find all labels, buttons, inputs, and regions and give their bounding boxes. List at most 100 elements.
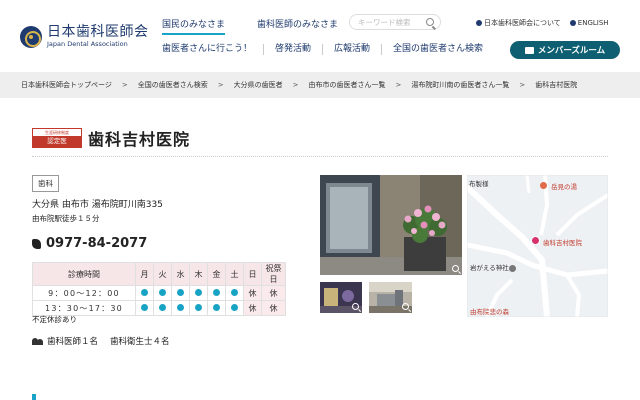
- breadcrumb-item[interactable]: 湯布院町川南の歯医者さん一覧: [411, 80, 509, 90]
- map-pin-icon[interactable]: [531, 236, 540, 245]
- hours-open-cell: [207, 300, 226, 316]
- staff-hygienists: 歯科衛生士４名: [110, 337, 170, 347]
- page-title: 歯科吉村医院: [88, 130, 191, 149]
- open-dot-icon: [231, 288, 238, 296]
- hours-header: 火: [153, 262, 172, 286]
- users-icon: [32, 337, 43, 345]
- search-input[interactable]: [358, 15, 428, 29]
- hours-row: 9：00～12：00 休休: [32, 285, 286, 301]
- tab-public[interactable]: 国民のみなさま: [162, 17, 226, 35]
- clinic-address: 大分県 由布市 湯布院町川南335: [32, 200, 163, 210]
- members-room-button[interactable]: メンバーズルーム: [510, 41, 620, 59]
- hours-time: 9：00～12：00: [32, 285, 136, 301]
- hours-header: 日: [243, 262, 262, 286]
- phone-number: 0977-84-2077: [46, 236, 148, 251]
- nav-dentist-search[interactable]: 全国の歯医者さん検索: [381, 44, 494, 55]
- open-dot-icon: [159, 288, 166, 296]
- jda-emblem-icon: [20, 26, 42, 48]
- members-room-label: メンバーズルーム: [537, 46, 606, 56]
- english-link-label: ENGLISH: [577, 19, 609, 27]
- about-link[interactable]: 日本歯科医師会について: [476, 18, 561, 28]
- breadcrumb-item[interactable]: 由布市の歯医者さん一覧: [309, 80, 386, 90]
- logo-title: 日本歯科医師会: [47, 24, 149, 40]
- map-label: 由布院悲の森: [470, 308, 509, 316]
- open-dot-icon: [195, 288, 202, 296]
- hours-header: 土: [225, 262, 244, 286]
- divider: [32, 156, 608, 157]
- logo-subtitle: Japan Dental Association: [47, 40, 128, 48]
- hours-header-row: 診療時間 月 火 水 木 金 土 日 祝祭日: [32, 262, 286, 286]
- open-dot-icon: [177, 303, 184, 311]
- site-header: 日本歯科医師会 Japan Dental Association 国民のみなさま…: [0, 0, 640, 72]
- open-dot-icon: [141, 288, 148, 296]
- hours-closed-cell: 休: [243, 300, 262, 316]
- open-dot-icon: [195, 303, 202, 311]
- site-logo[interactable]: 日本歯科医師会 Japan Dental Association: [20, 25, 149, 49]
- irregular-closure-note: 不定休診あり: [32, 315, 77, 324]
- hours-open-cell: [225, 300, 244, 316]
- clinic-phone[interactable]: 0977-84-2077: [32, 236, 147, 251]
- open-dot-icon: [141, 303, 148, 311]
- clinic-photo-thumb[interactable]: [320, 282, 362, 313]
- clinic-entrance-photo: [320, 175, 462, 275]
- lock-icon: [524, 46, 534, 54]
- certified-badge-top: 生涯研修制度: [45, 130, 69, 135]
- clinic-title-row: 生涯研修制度 認定医 歯科吉村医院: [32, 126, 190, 150]
- section-heading-marker: [32, 394, 36, 400]
- hours-open-cell: [135, 300, 154, 316]
- map-label: 岩がえる神社: [470, 264, 509, 272]
- main-nav: 歯医者さんに行こう！ 啓発活動 広報活動 全国の歯医者さん検索: [162, 44, 494, 55]
- search-box: [349, 14, 441, 30]
- map-poi-icon: [509, 265, 516, 272]
- category-tag: 歯科: [32, 175, 59, 192]
- globe-icon: [569, 20, 576, 26]
- breadcrumb-item[interactable]: 日本歯科医師会トップページ: [21, 80, 112, 90]
- map-label: 布製様: [469, 180, 489, 188]
- breadcrumb: 日本歯科医師会トップページ > 全国の歯医者さん検索 > 大分県の歯医者 > 由…: [0, 72, 640, 98]
- hours-header: 金: [207, 262, 226, 286]
- about-link-label: 日本歯科医師会について: [484, 19, 561, 27]
- hours-closed-cell: 休: [261, 285, 286, 301]
- hours-closed-cell: 休: [243, 285, 262, 301]
- zoom-icon: [352, 303, 359, 310]
- map-poi-icon: [540, 182, 547, 189]
- certified-badge-label: 認定医: [33, 136, 81, 147]
- info-circle-icon: [476, 20, 482, 26]
- english-link[interactable]: ENGLISH: [569, 18, 609, 28]
- clinic-photo-main[interactable]: [320, 175, 462, 275]
- location-map[interactable]: 布製様 岳見の湯 歯科吉村医院 岩がえる神社 由布院悲の森: [467, 175, 608, 317]
- open-dot-icon: [159, 303, 166, 311]
- utility-links: 日本歯科医師会について ENGLISH: [476, 18, 618, 28]
- hours-closed-cell: 休: [261, 300, 286, 316]
- chevron-right-icon: >: [395, 81, 402, 89]
- search-icon[interactable]: [426, 18, 434, 26]
- nav-pr[interactable]: 広報活動: [322, 44, 381, 55]
- nav-awareness[interactable]: 啓発活動: [263, 44, 322, 55]
- hours-open-cell: [171, 300, 190, 316]
- zoom-icon: [452, 265, 459, 272]
- open-dot-icon: [231, 303, 238, 311]
- audience-tabs: 国民のみなさま 歯科医師のみなさま: [162, 17, 370, 35]
- zoom-icon: [402, 303, 409, 310]
- map-roads: [467, 175, 608, 317]
- hours-open-cell: [189, 300, 208, 316]
- hours-header: 木: [189, 262, 208, 286]
- hours-open-cell: [153, 300, 172, 316]
- hours-open-cell: [171, 285, 190, 301]
- hours-open-cell: [189, 285, 208, 301]
- map-label-clinic: 歯科吉村医院: [543, 239, 582, 247]
- breadcrumb-item[interactable]: 全国の歯医者さん検索: [138, 80, 208, 90]
- tab-dentists[interactable]: 歯科医師のみなさま: [257, 17, 338, 35]
- staff-dentists: 歯科医師１名: [47, 337, 99, 347]
- breadcrumb-current: 歯科吉村医院: [535, 81, 578, 89]
- nav-visit-dentist[interactable]: 歯医者さんに行こう！: [162, 44, 263, 55]
- clinic-access: 由布院駅徒歩１５分: [32, 214, 100, 223]
- breadcrumb-item[interactable]: 大分県の歯医者: [234, 80, 283, 90]
- open-dot-icon: [213, 303, 220, 311]
- hours-header: 診療時間: [32, 262, 136, 286]
- clinic-photo-thumb[interactable]: [369, 282, 412, 313]
- chevron-right-icon: >: [519, 81, 526, 89]
- map-label: 岳見の湯: [551, 183, 577, 191]
- hours-open-cell: [225, 285, 244, 301]
- logo-text: 日本歯科医師会 Japan Dental Association: [47, 25, 149, 49]
